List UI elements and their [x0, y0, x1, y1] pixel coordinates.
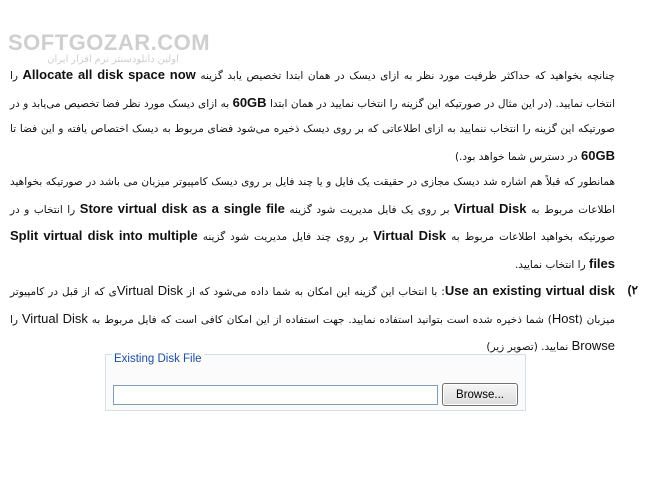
term-store-single-file: Store virtual disk as a single file — [79, 200, 285, 216]
document-body: چنانچه بخواهید که حداکثر ظرفیت مورد نظر … — [10, 62, 638, 361]
text: چنانچه بخواهید که حداکثر ظرفیت مورد نظر … — [195, 70, 616, 82]
text: در دسترس شما خواهد بود.) — [454, 150, 582, 163]
term-60gb: 60GB — [581, 147, 615, 163]
text: بر روی چند فایل مدیریت شود گزینه — [197, 231, 374, 243]
text: ) شما ذخیره شده است بتوانید استفاده نمای… — [87, 313, 552, 326]
text: را — [10, 313, 22, 326]
watermark-main: SOFTGOZAR.COM — [8, 30, 211, 55]
term-browse: Browse — [571, 338, 615, 353]
term-use-existing: Use an existing virtual disk — [444, 283, 615, 298]
paragraph-existing-disk: ۲) Use an existing virtual disk: با انتخا… — [10, 278, 638, 361]
term-host: Host — [551, 310, 579, 326]
paragraph-allocate: چنانچه بخواهید که حداکثر ظرفیت مورد نظر … — [10, 62, 615, 170]
disk-file-path-input[interactable] — [113, 385, 438, 405]
text: : با انتخاب این گزینه این امکان به شما د… — [183, 286, 445, 298]
browse-button[interactable]: Browse... — [442, 383, 518, 406]
existing-disk-file-group: Existing Disk File Browse... — [105, 353, 526, 411]
term-virtual-disk: Virtual Disk — [21, 310, 88, 326]
list-number: ۲) — [627, 283, 638, 297]
watermark: SOFTGOZAR.COM اولین دانلودسنتر نرم افزار… — [8, 30, 218, 65]
term-virtual-disk: Virtual Disk — [373, 228, 447, 243]
text: را انتخاب نمایید. — [514, 258, 589, 271]
term-virtual-disk: Virtual Disk — [454, 200, 527, 216]
group-label: Existing Disk File — [112, 353, 204, 365]
text: نمایید. (تصویر زیر) — [486, 341, 572, 353]
term-allocate-all: Allocate all disk space now — [22, 67, 196, 82]
text: بر روی یک فایل مدیریت شود گزینه — [284, 203, 455, 216]
paragraph-split: همانطور که قبلاً هم اشاره شد دیسک مجازی … — [10, 170, 615, 278]
term-60gb: 60GB — [232, 94, 267, 110]
term-virtual-disk: Virtual Disk — [116, 283, 184, 298]
